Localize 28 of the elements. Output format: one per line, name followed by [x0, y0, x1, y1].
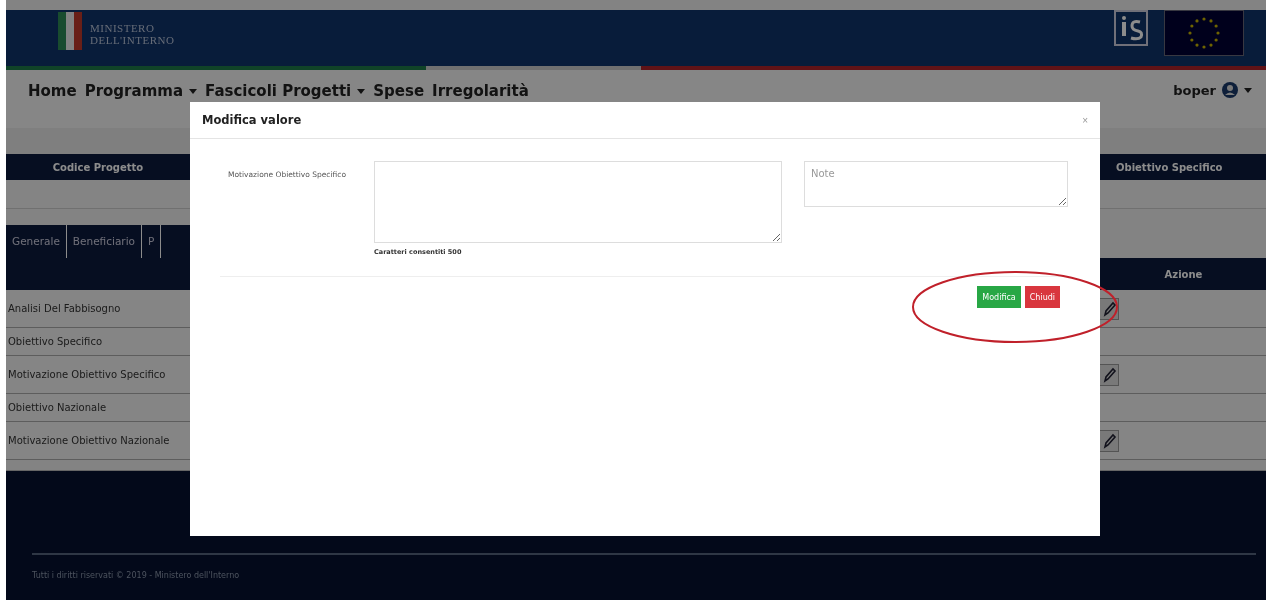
- nav-link[interactable]: Programma: [84, 82, 197, 100]
- table-cell-text: Obiettivo Nazionale: [7, 402, 107, 413]
- note-field[interactable]: Note: [804, 161, 1068, 207]
- user-menu[interactable]: boper: [1173, 82, 1252, 98]
- dialog-title: Modifica valore: [202, 113, 302, 127]
- table-cell-text: Analisi Del Fabbisogno: [7, 303, 121, 314]
- save-button[interactable]: Modifica: [977, 286, 1021, 308]
- close-button[interactable]: Chiudi: [1024, 286, 1060, 308]
- nav-link[interactable]: Fascicoli Progetti: [205, 82, 366, 100]
- nav-link[interactable]: Spese: [373, 82, 425, 100]
- table-cell-text: Motivazione Obiettivo Nazionale: [7, 435, 170, 446]
- eu-flag-icon: [1164, 10, 1244, 56]
- edit-icon[interactable]: [1099, 363, 1119, 386]
- nav-link[interactable]: Irregolarità: [432, 82, 529, 100]
- motivation-field[interactable]: [374, 161, 782, 243]
- table-cell-text: Obiettivo Specifico: [7, 336, 103, 347]
- ministry-logo-text: MINISTERO DELL'INTERNO: [90, 22, 175, 46]
- nav-link[interactable]: Home: [28, 82, 77, 100]
- user-icon: [1222, 82, 1238, 98]
- column-header: Obiettivo Specifico: [1116, 161, 1224, 173]
- caret-icon: [1244, 87, 1252, 93]
- flag-logo-icon: [58, 12, 82, 50]
- column-header: Codice Progetto: [51, 161, 145, 173]
- column-header: Azione: [1163, 268, 1204, 280]
- edit-icon[interactable]: [1099, 429, 1119, 452]
- isf-logo-icon: [1114, 10, 1148, 46]
- close-button[interactable]: ×: [1082, 114, 1088, 126]
- table-cell-text: Motivazione Obiettivo Specifico: [7, 369, 166, 380]
